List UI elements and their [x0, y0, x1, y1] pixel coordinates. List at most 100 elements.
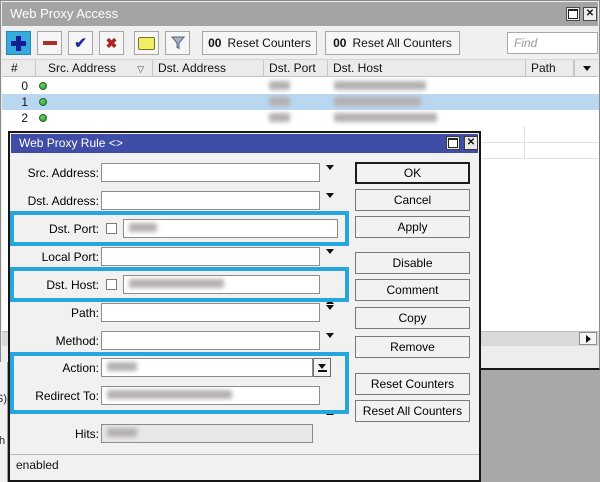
screen: S) th Web Proxy Access ✕ ✔ ✖ [0, 0, 600, 482]
local-port-input[interactable] [101, 247, 320, 266]
ok-button[interactable]: OK [355, 162, 470, 184]
chevron-down-icon[interactable] [326, 310, 334, 328]
enabled-dot-icon [39, 98, 47, 106]
dialog-title: Web Proxy Rule <> [19, 136, 123, 150]
chevron-up-icon[interactable] [326, 393, 334, 411]
reset-all-counters-label: Reset All Counters [352, 36, 451, 50]
column-header-index[interactable]: # [2, 60, 36, 77]
maximize-button[interactable] [566, 7, 580, 21]
row-index: 0 [2, 79, 28, 93]
reset-counters-button[interactable]: 00 Reset Counters [202, 31, 317, 55]
dst-address-label: Dst. Address: [10, 194, 99, 208]
redacted-dst-host [334, 81, 426, 90]
column-header-src-address[interactable]: Src. Address ▽ [36, 60, 153, 77]
chevron-down-icon[interactable] [326, 170, 334, 188]
remove-button[interactable] [37, 31, 62, 55]
reset-all-counters-button[interactable]: 00 Reset All Counters [325, 31, 460, 55]
hits-label: Hits: [10, 427, 99, 441]
dst-port-label: Dst. Port: [10, 222, 99, 236]
redacted-dst-port [269, 97, 290, 106]
dialog-titlebar[interactable]: Web Proxy Rule <> ✕ [11, 134, 478, 153]
background-window-fragment: S) th [0, 362, 8, 482]
maximize-icon [448, 138, 458, 148]
redacted-value [129, 279, 224, 288]
chevron-up-icon[interactable] [326, 282, 334, 300]
minus-icon [43, 41, 57, 45]
method-input[interactable] [101, 331, 320, 350]
column-header-label: Src. Address [48, 61, 116, 75]
disable-button[interactable]: Disable [355, 252, 470, 274]
path-label: Path: [10, 306, 99, 320]
scroll-right-button[interactable] [579, 332, 597, 345]
action-dropdown-button[interactable] [313, 358, 331, 377]
dst-port-checkbox[interactable] [106, 223, 117, 234]
column-header-path[interactable]: Path [526, 60, 574, 77]
close-button[interactable]: ✕ [583, 7, 597, 21]
dst-address-input[interactable] [101, 191, 320, 210]
disable-button[interactable]: ✖ [99, 31, 124, 55]
dst-port-input[interactable] [123, 219, 338, 238]
comment-button[interactable]: Comment [355, 279, 470, 301]
redacted-dst-host [334, 113, 437, 122]
grid-line [482, 142, 598, 143]
window-title: Web Proxy Access [10, 6, 118, 21]
reset-counters-label: Reset Counters [227, 36, 310, 50]
src-address-input[interactable] [101, 163, 320, 182]
grid-line [482, 158, 598, 159]
remove-button[interactable]: Remove [355, 336, 470, 358]
background-text-fragment: th [0, 435, 5, 447]
apply-button[interactable]: Apply [355, 216, 470, 238]
column-header-label: Path [531, 61, 556, 75]
enable-button[interactable]: ✔ [68, 31, 93, 55]
redirect-to-input[interactable] [101, 386, 320, 405]
method-label: Method: [10, 334, 99, 348]
row-index: 2 [2, 111, 28, 125]
dialog-close-button[interactable]: ✕ [464, 136, 478, 150]
copy-button[interactable]: Copy [355, 307, 470, 329]
action-input[interactable] [101, 358, 313, 377]
action-label: Action: [10, 361, 99, 375]
chevron-down-icon[interactable] [326, 198, 334, 216]
filter-button[interactable] [165, 31, 190, 55]
close-icon: ✕ [586, 9, 594, 19]
arrow-right-icon [586, 335, 591, 343]
dropdown-icon [318, 364, 326, 369]
enabled-dot-icon [39, 114, 47, 122]
redacted-dst-port [269, 81, 290, 90]
redacted-value [129, 223, 157, 232]
cancel-button[interactable]: Cancel [355, 189, 470, 211]
column-header-dst-host[interactable]: Dst. Host [328, 60, 526, 77]
table-row[interactable]: 0 [2, 78, 599, 94]
reset-all-counters-button[interactable]: Reset All Counters [355, 400, 470, 422]
reset-counters-button[interactable]: Reset Counters [355, 373, 470, 395]
titlebar[interactable]: Web Proxy Access ✕ [2, 2, 598, 26]
comment-button[interactable] [134, 31, 159, 55]
column-header-label: # [11, 61, 18, 75]
src-address-label: Src. Address: [10, 166, 99, 180]
chevron-down-icon[interactable] [326, 338, 334, 356]
dialog-maximize-button[interactable] [446, 136, 460, 150]
dropdown-icon-bar [318, 370, 327, 372]
column-header-label: Dst. Port [269, 61, 316, 75]
dst-host-input[interactable] [123, 275, 320, 294]
hits-value-field [101, 424, 313, 443]
enabled-dot-icon [39, 82, 47, 90]
dst-host-checkbox[interactable] [106, 279, 117, 290]
add-button[interactable] [6, 31, 31, 55]
web-proxy-rule-dialog: Web Proxy Rule <> ✕ Src. Address: Dst. A… [8, 131, 481, 482]
redacted-dst-port [269, 113, 290, 122]
redacted-value [107, 362, 137, 371]
find-input[interactable] [507, 32, 598, 54]
column-header-label: Dst. Address [158, 61, 226, 75]
toolbar: ✔ ✖ 00 Reset Counters 00 Reset All Count… [2, 26, 598, 60]
dst-host-label: Dst. Host: [10, 278, 99, 292]
column-header-dst-address[interactable]: Dst. Address [153, 60, 264, 77]
column-options-dropdown[interactable] [574, 60, 598, 77]
plus-icon [11, 36, 26, 51]
chevron-down-icon[interactable] [326, 254, 334, 272]
counters-icon: 00 [208, 36, 221, 50]
path-input[interactable] [101, 303, 320, 322]
table-row[interactable]: 2 [2, 110, 599, 126]
column-header-dst-port[interactable]: Dst. Port [264, 60, 328, 77]
table-row-selected[interactable]: 1 [2, 94, 599, 110]
